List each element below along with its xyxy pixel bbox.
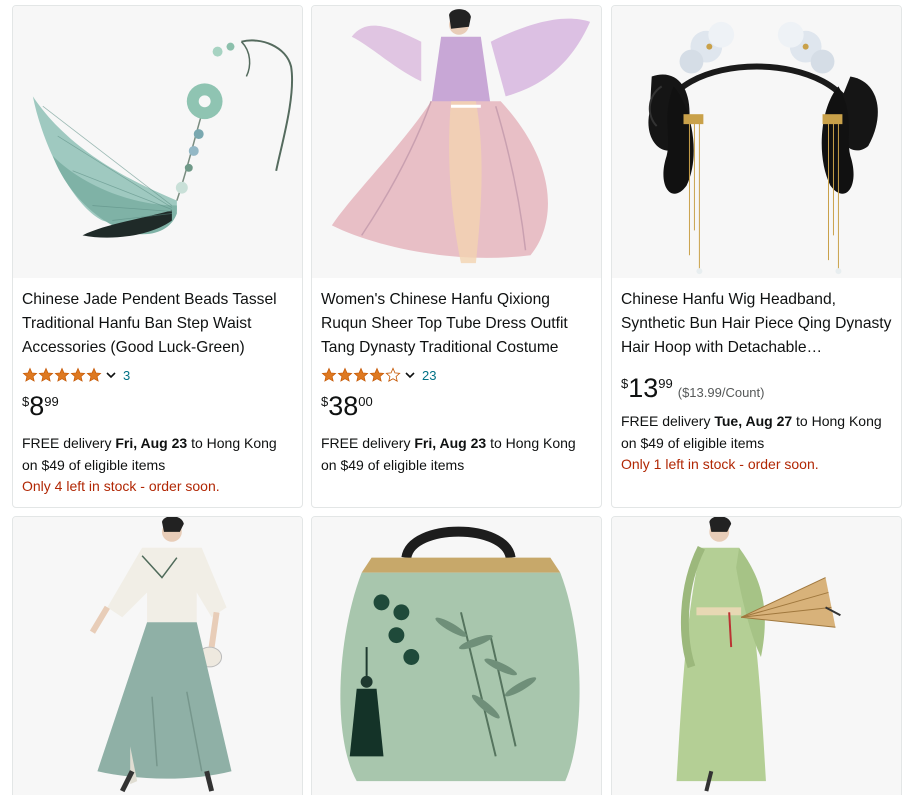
- product-card[interactable]: Chinese Hanfu Wig Headband, Synthetic Bu…: [611, 5, 902, 508]
- chevron-down-icon[interactable]: [105, 369, 117, 381]
- delivery-info: FREE delivery Tue, Aug 27 to Hong Kong o…: [621, 410, 893, 454]
- delivery-prefix: FREE delivery: [321, 435, 415, 451]
- product-image[interactable]: [312, 6, 601, 278]
- star-full-icon: [86, 367, 102, 382]
- star-empty-icon: [385, 367, 401, 382]
- delivery-prefix: FREE delivery: [22, 435, 116, 451]
- product-title[interactable]: Chinese Jade Pendent Beads Tassel Tradit…: [22, 288, 294, 360]
- delivery-date: Fri, Aug 23: [115, 435, 188, 451]
- delivery-date: Fri, Aug 23: [414, 435, 487, 451]
- product-image[interactable]: [13, 6, 302, 278]
- product-image[interactable]: [612, 6, 901, 278]
- price-currency: $: [321, 394, 329, 409]
- price-currency: $: [621, 376, 629, 391]
- price-whole: 13: [628, 373, 659, 403]
- rating-count-link[interactable]: 3: [123, 368, 130, 383]
- star-full-icon: [70, 367, 86, 382]
- stock-warning: Only 4 left in stock - order soon.: [22, 478, 220, 494]
- product-card[interactable]: [611, 516, 902, 795]
- star-full-icon: [54, 367, 70, 382]
- delivery-prefix: FREE delivery: [621, 413, 715, 429]
- product-card[interactable]: [311, 516, 602, 795]
- star-full-icon: [369, 367, 385, 382]
- product-card[interactable]: Chinese Jade Pendent Beads Tassel Tradit…: [12, 5, 303, 508]
- jade-tassel-illustration: [13, 6, 302, 278]
- product-card[interactable]: [12, 516, 303, 795]
- pink-hanfu-illustration: [312, 6, 601, 278]
- rating-row[interactable]: 23: [321, 366, 593, 384]
- price-fraction: 99: [658, 376, 673, 391]
- stock-warning: Only 1 left in stock - order soon.: [621, 456, 819, 472]
- product-image[interactable]: [13, 517, 302, 795]
- price-currency: $: [22, 394, 30, 409]
- price-fraction: 00: [358, 394, 373, 409]
- price[interactable]: $ 8 99: [22, 392, 294, 422]
- price[interactable]: $ 13 99 ($13.99/Count): [621, 374, 893, 404]
- star-rating[interactable]: [22, 367, 102, 383]
- embroidered-handbag-illustration: [312, 517, 601, 795]
- price[interactable]: $ 38 00: [321, 392, 593, 422]
- rating-count-link[interactable]: 23: [422, 368, 436, 383]
- star-full-icon: [321, 367, 337, 382]
- delivery-info: FREE delivery Fri, Aug 23 to Hong Kong o…: [22, 432, 294, 476]
- star-full-icon: [38, 367, 54, 382]
- product-title[interactable]: Chinese Hanfu Wig Headband, Synthetic Bu…: [621, 288, 893, 360]
- price-whole: 8: [29, 391, 45, 421]
- price-fraction: 99: [44, 394, 59, 409]
- delivery-date: Tue, Aug 27: [714, 413, 793, 429]
- product-image[interactable]: [312, 517, 601, 795]
- delivery-info: FREE delivery Fri, Aug 23 to Hong Kong o…: [321, 432, 593, 476]
- unit-price: ($13.99/Count): [677, 385, 765, 400]
- wig-headband-illustration: [612, 6, 901, 278]
- green-skirt-outfit-illustration: [13, 517, 302, 795]
- star-full-icon: [22, 367, 38, 382]
- star-full-icon: [337, 367, 353, 382]
- product-card[interactable]: Women's Chinese Hanfu Qixiong Ruqun Shee…: [311, 5, 602, 508]
- rating-row[interactable]: 3: [22, 366, 294, 384]
- product-title[interactable]: Women's Chinese Hanfu Qixiong Ruqun Shee…: [321, 288, 593, 360]
- price-whole: 38: [328, 391, 359, 421]
- product-image[interactable]: [612, 517, 901, 795]
- green-hanfu-umbrella-illustration: [612, 517, 901, 795]
- chevron-down-icon[interactable]: [404, 369, 416, 381]
- star-rating[interactable]: [321, 367, 401, 383]
- star-full-icon: [353, 367, 369, 382]
